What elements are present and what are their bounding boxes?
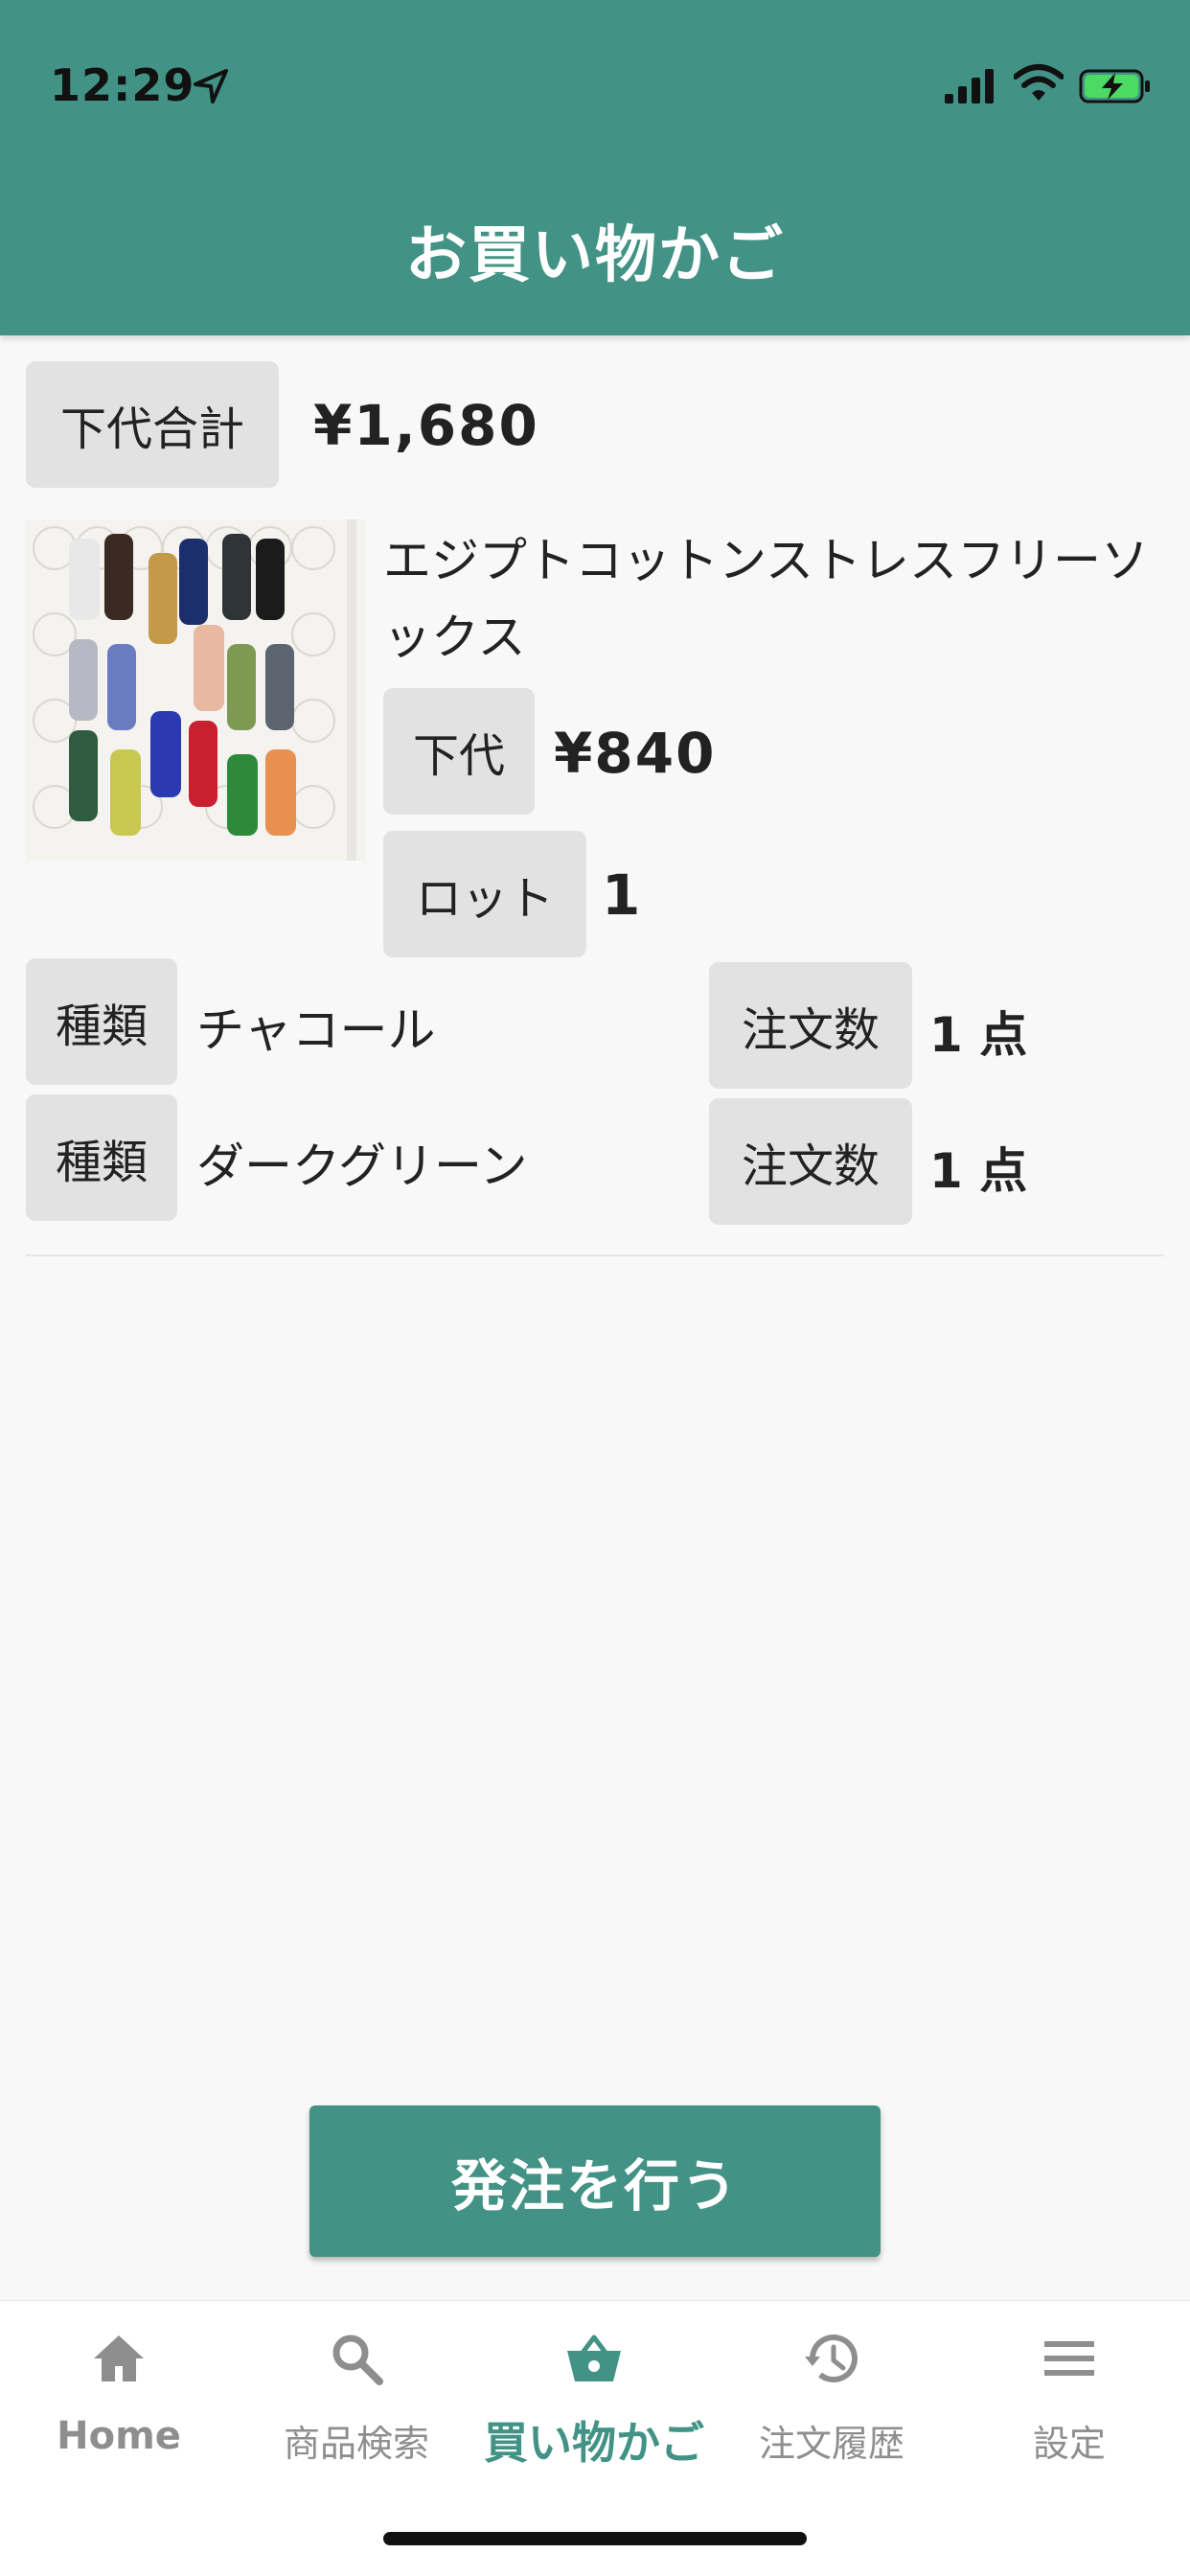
socks-photo <box>26 519 366 861</box>
status-bar: 12:29 <box>0 0 1190 172</box>
price-value: ¥840 <box>554 721 717 786</box>
variant-qty-label: 注文数 <box>709 962 912 1089</box>
variant-qty-value: 1 点 <box>929 1143 1028 1199</box>
variant-type-value: ダークグリーン <box>196 1138 528 1194</box>
home-icon <box>94 2335 144 2381</box>
home-indicator[interactable] <box>383 2532 807 2545</box>
page-title: お買い物かご <box>405 220 785 291</box>
tab-home[interactable]: Home <box>0 2301 238 2493</box>
battery-charging-icon <box>1079 69 1150 104</box>
location-arrow-icon <box>194 69 228 104</box>
tab-label: 注文履歴 <box>758 2423 904 2465</box>
tab-order-history[interactable]: 注文履歴 <box>713 2301 950 2493</box>
basket-icon <box>567 2334 621 2381</box>
tab-settings[interactable]: 設定 <box>950 2301 1188 2493</box>
history-icon <box>805 2334 858 2383</box>
tab-label: Home <box>57 2414 181 2458</box>
product-image[interactable] <box>26 519 366 861</box>
app-header: 12:29 お買い物かご <box>0 0 1190 335</box>
search-icon <box>332 2334 383 2385</box>
tab-search[interactable]: 商品検索 <box>238 2301 475 2493</box>
tab-cart[interactable]: 買い物かご <box>475 2301 713 2493</box>
variant-qty-label: 注文数 <box>709 1098 912 1225</box>
tab-label: 買い物かご <box>484 2417 704 2469</box>
price-label: 下代 <box>383 688 535 815</box>
total-value: ¥1,680 <box>313 393 539 458</box>
lot-label: ロット <box>383 831 586 957</box>
tab-label: 商品検索 <box>283 2423 429 2465</box>
tab-label: 設定 <box>1032 2423 1106 2465</box>
divider <box>26 1254 1164 1256</box>
status-time: 12:29 <box>50 59 195 111</box>
variant-type-label: 種類 <box>26 958 177 1085</box>
place-order-button[interactable]: 発注を行う <box>309 2105 881 2257</box>
cellular-signal-icon <box>945 69 994 104</box>
variant-type-label: 種類 <box>26 1094 177 1221</box>
product-name[interactable]: エジプトコットンストレスフリーソックス <box>383 522 1159 676</box>
variant-qty-value: 1 点 <box>929 1007 1028 1063</box>
total-label: 下代合計 <box>26 361 279 488</box>
menu-icon <box>1044 2341 1094 2376</box>
lot-value: 1 <box>602 862 643 928</box>
variant-type-value: チャコール <box>196 1002 436 1058</box>
wifi-icon <box>1014 64 1064 101</box>
